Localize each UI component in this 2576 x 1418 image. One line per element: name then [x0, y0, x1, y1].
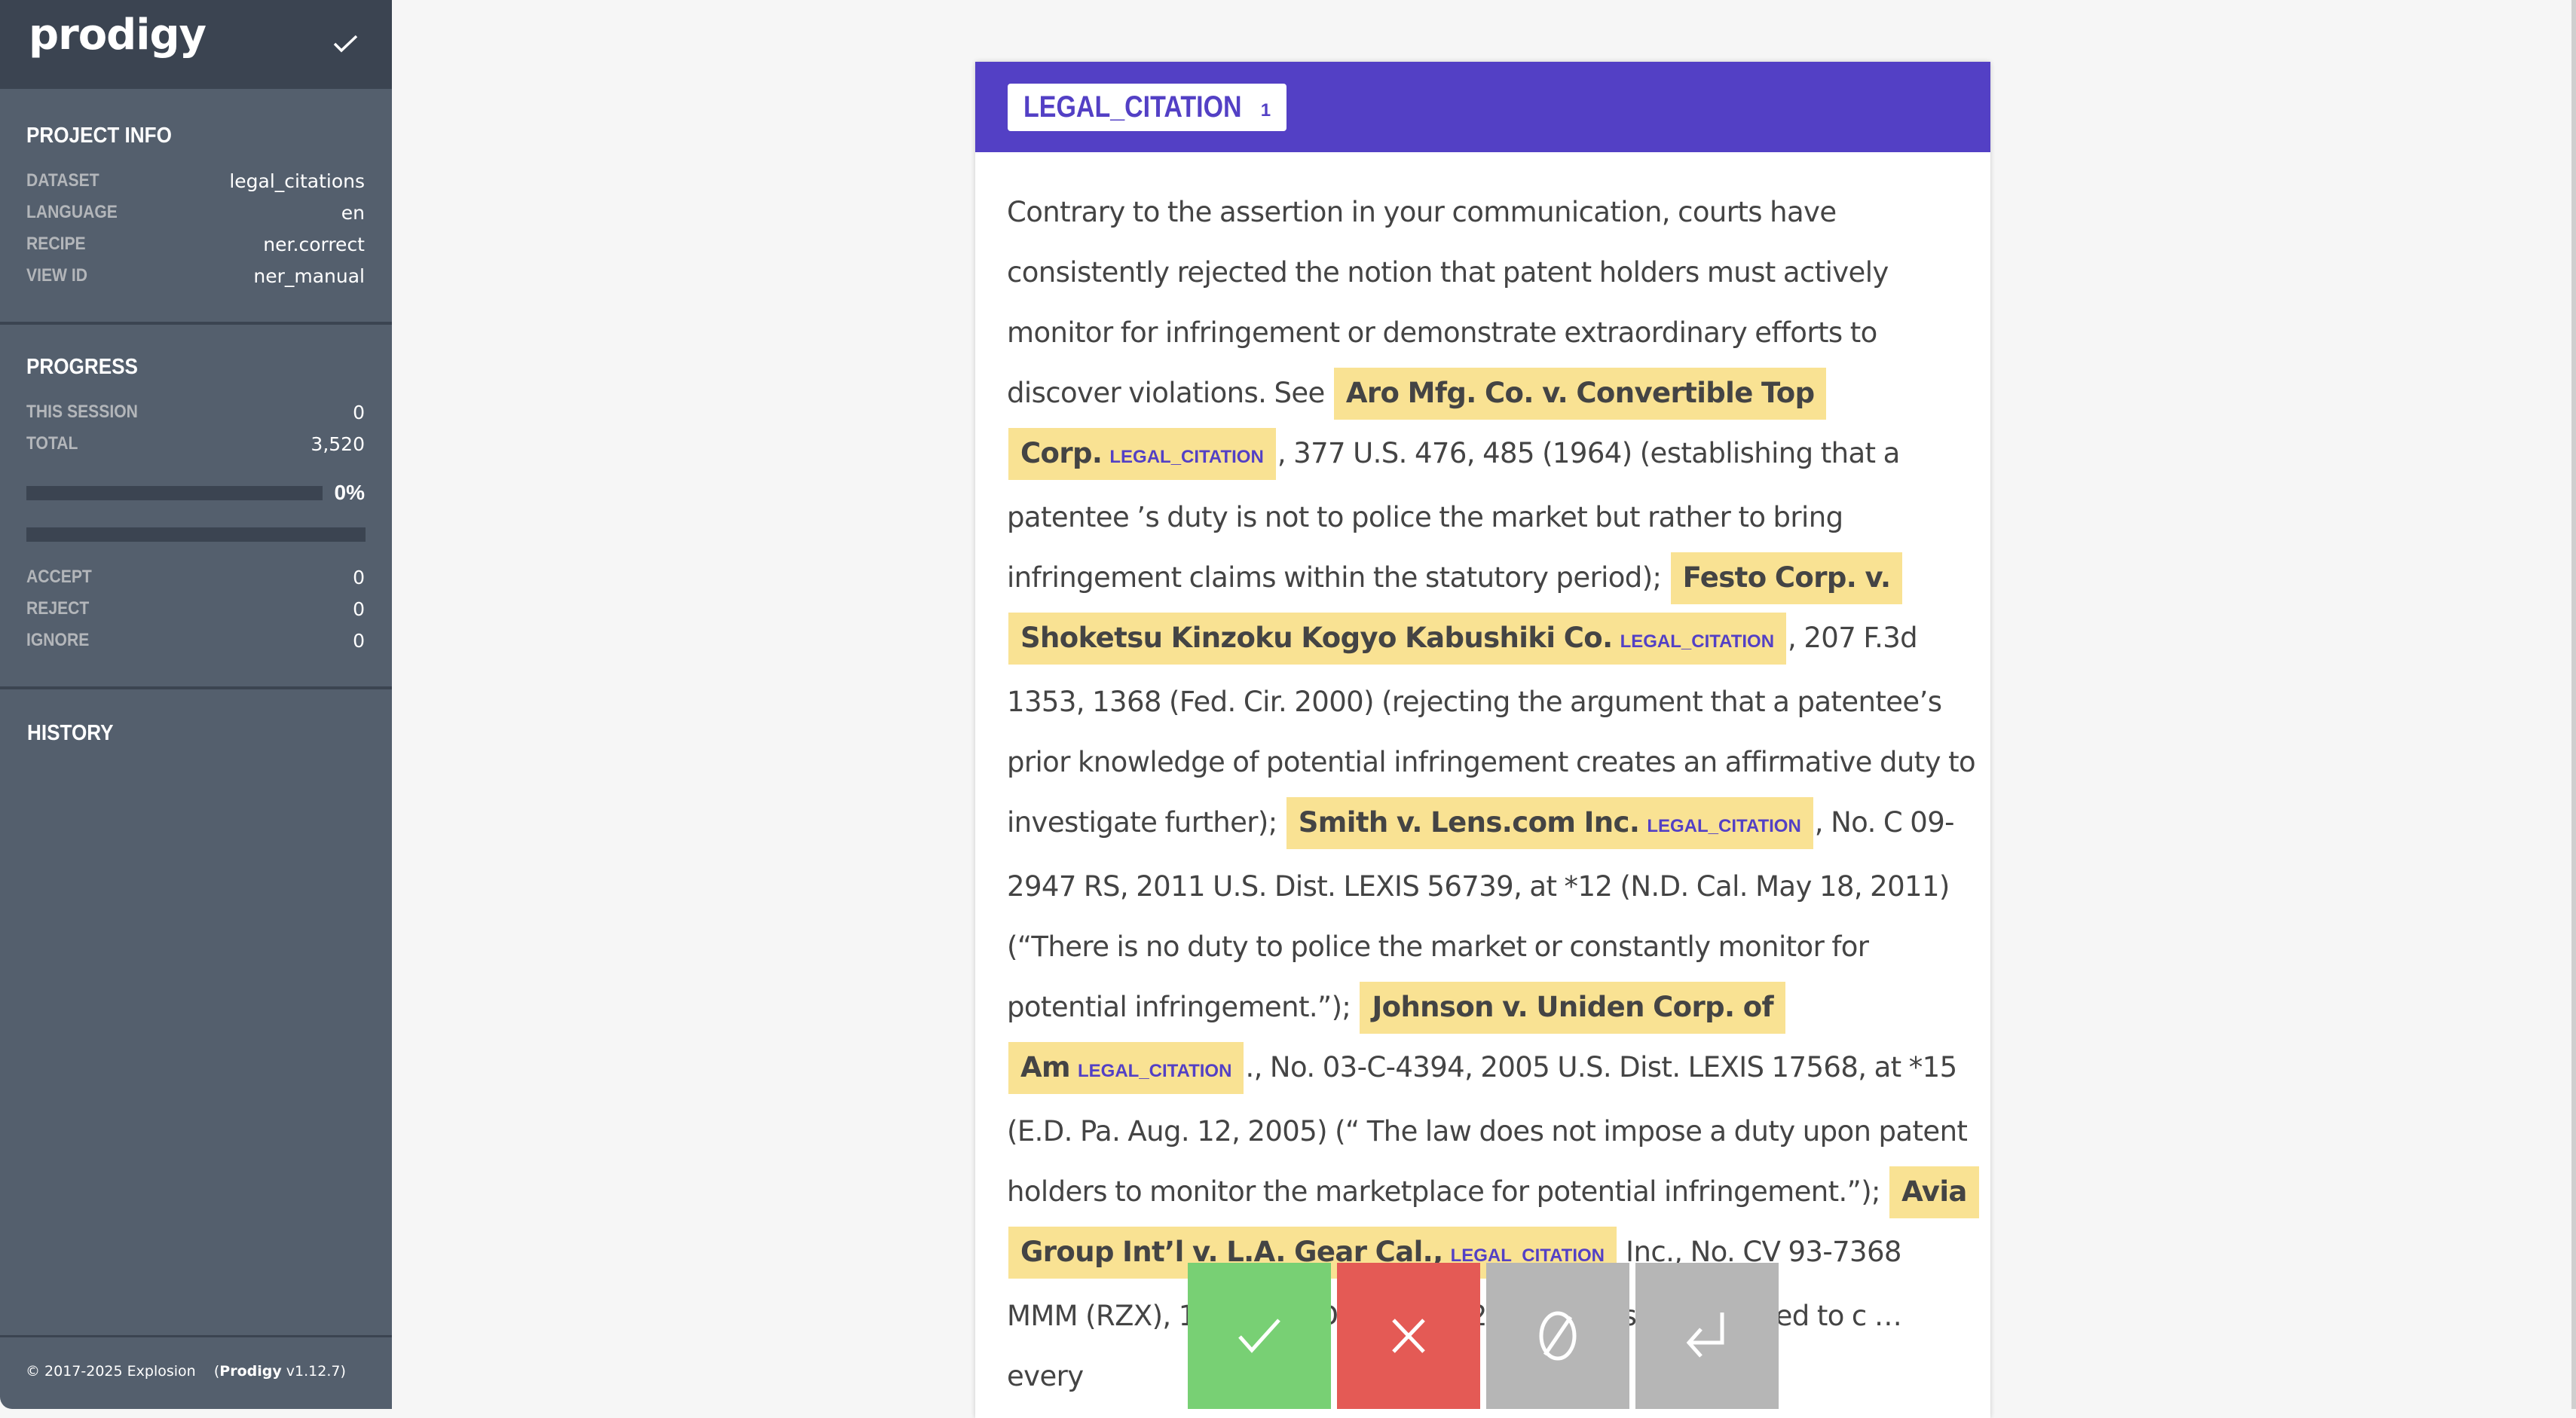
entity-label: LEGAL_CITATION — [1078, 1061, 1232, 1081]
count-row-ignore: IGNORE 0 — [26, 625, 365, 656]
count-label: IGNORE — [26, 630, 90, 650]
label-shortcut: 1 — [1260, 99, 1271, 121]
label-name: LEGAL_CITATION — [1023, 90, 1242, 124]
progress-row-session: THIS SESSION 0 — [26, 396, 365, 428]
count-value: 0 — [353, 629, 365, 652]
entity-span[interactable]: Smith v. Lens.com Inc. LEGAL_CITATION — [1286, 797, 1813, 849]
progress-bar — [26, 485, 323, 500]
sidebar: prodigy PROJECT INFO DATASET legal_citat… — [0, 0, 392, 1409]
reject-button[interactable] — [1337, 1263, 1480, 1409]
info-row-language: LANGUAGE en — [26, 197, 365, 228]
undo-button[interactable] — [1635, 1263, 1779, 1409]
progress-value: 3,520 — [311, 432, 365, 455]
progress-meter: 0% — [26, 479, 365, 506]
entity-label: LEGAL_CITATION — [1647, 816, 1801, 836]
progress-label: TOTAL — [26, 433, 78, 454]
entity-text: Smith v. Lens.com Inc. — [1298, 806, 1640, 839]
entity-label: LEGAL_CITATION — [1109, 447, 1264, 467]
annotation-text[interactable]: Contrary to the assertion in your commun… — [1007, 182, 1979, 1407]
history-section: HISTORY — [0, 689, 392, 794]
accept-button[interactable] — [1188, 1263, 1331, 1409]
undo-icon — [1686, 1313, 1724, 1358]
progress-section: PROGRESS THIS SESSION 0 TOTAL 3,520 0% A… — [0, 325, 392, 689]
sidebar-header: prodigy — [0, 0, 392, 89]
label-bar: LEGAL_CITATION 1 — [975, 62, 1990, 152]
x-icon — [1392, 1319, 1425, 1353]
action-buttons — [1188, 1263, 1779, 1409]
count-value: 0 — [353, 566, 365, 588]
info-row-view-id: VIEW ID ner_manual — [26, 260, 365, 292]
info-row-dataset: DATASET legal_citations — [26, 165, 365, 197]
label-option-legal-citation[interactable]: LEGAL_CITATION 1 — [1008, 84, 1287, 131]
progress-title: PROGRESS — [26, 355, 138, 379]
info-value: legal_citations — [229, 170, 365, 192]
info-label: VIEW ID — [26, 265, 87, 286]
project-info-section: PROJECT INFO DATASET legal_citations LAN… — [0, 89, 392, 325]
window-edge — [2571, 0, 2576, 1409]
info-value: ner_manual — [253, 264, 365, 287]
progress-label: THIS SESSION — [26, 402, 138, 422]
info-label: LANGUAGE — [26, 202, 118, 222]
check-icon — [1238, 1319, 1280, 1353]
count-label: REJECT — [26, 598, 90, 619]
progress-value: 0 — [353, 401, 365, 423]
progress-percent: 0% — [334, 481, 365, 504]
count-value: 0 — [353, 597, 365, 620]
prodigy-logo: prodigy — [29, 11, 207, 60]
info-label: DATASET — [26, 170, 99, 191]
project-info-title: PROJECT INFO — [26, 124, 172, 148]
info-label: RECIPE — [26, 234, 86, 254]
ignore-button[interactable] — [1486, 1263, 1629, 1409]
count-row-reject: REJECT 0 — [26, 593, 365, 625]
count-row-accept: ACCEPT 0 — [26, 561, 365, 593]
entity-label: LEGAL_CITATION — [1620, 631, 1775, 652]
ignore-icon — [1539, 1311, 1577, 1361]
info-value: en — [341, 201, 365, 224]
check-icon[interactable] — [333, 33, 359, 54]
version: v1.12.7 — [286, 1363, 341, 1380]
count-label: ACCEPT — [26, 567, 92, 587]
info-row-recipe: RECIPE ner.correct — [26, 228, 365, 260]
progress-row-total: TOTAL 3,520 — [26, 428, 365, 460]
annotation-card: LEGAL_CITATION 1 Contrary to the asserti… — [975, 62, 1990, 1418]
product-name: Prodigy — [219, 1363, 282, 1380]
history-title: HISTORY — [27, 721, 114, 745]
copyright: © 2017-2025 Explosion — [26, 1363, 196, 1380]
session-progress-bar — [26, 527, 366, 542]
info-value: ner.correct — [263, 233, 365, 255]
sidebar-footer: © 2017-2025 Explosion (Prodigy v1.12.7) — [0, 1335, 392, 1409]
